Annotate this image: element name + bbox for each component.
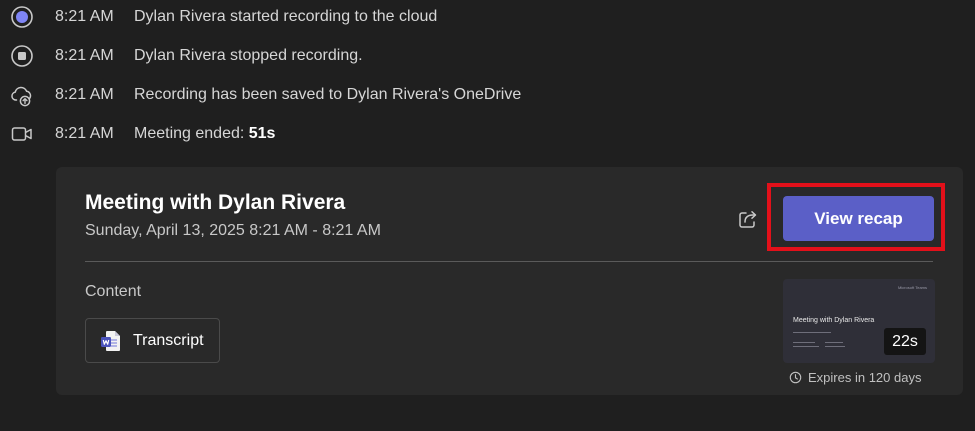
transcript-button[interactable]: Transcript [85,318,220,363]
thumbnail-detail-line [793,342,815,343]
event-row-meeting-ended: 8:21 AM Meeting ended: 51s [0,114,975,153]
share-icon[interactable] [736,207,760,231]
recording-thumbnail[interactable]: Microsoft Teams Meeting with Dylan River… [783,279,935,363]
event-time: 8:21 AM [55,85,114,103]
thumbnail-corner-text: Microsoft Teams [897,285,927,290]
expiration-notice: Expires in 120 days [789,370,921,385]
meeting-duration: 51s [248,124,276,142]
recording-dot-icon [10,5,34,29]
event-text: Dylan Rivera stopped recording. [134,46,363,64]
event-text: Meeting ended: 51s [134,125,275,143]
thumbnail-detail-line [825,342,843,343]
event-row-recording-started: 8:21 AM Dylan Rivera started recording t… [0,0,975,36]
thumbnail-title: Meeting with Dylan Rivera [793,317,875,324]
event-text-label: Meeting ended: [134,124,249,142]
event-time: 8:21 AM [55,124,114,142]
recording-duration-badge: 22s [884,328,926,355]
thumbnail-detail-line [825,346,845,347]
expiration-text: Expires in 120 days [808,370,922,385]
meeting-date: Sunday, April 13, 2025 8:21 AM - 8:21 AM [85,222,381,239]
clock-icon [789,371,802,384]
meeting-card: Meeting with Dylan Rivera Sunday, April … [56,167,963,395]
content-section-label: Content [85,283,142,300]
thumbnail-detail-line [793,332,831,333]
event-row-recording-stopped: 8:21 AM Dylan Rivera stopped recording. [0,36,975,75]
transcript-document-icon [99,329,123,353]
transcript-label: Transcript [133,331,204,349]
thumbnail-detail-line [793,346,819,347]
meeting-title: Meeting with Dylan Rivera [85,191,346,214]
card-divider [85,261,933,262]
event-time: 8:21 AM [55,7,114,25]
stop-circle-icon [10,44,34,68]
video-camera-icon [10,122,34,146]
view-recap-button[interactable]: View recap [783,196,934,241]
event-text: Recording has been saved to Dylan Rivera… [134,85,522,103]
event-time: 8:21 AM [55,46,114,64]
event-text: Dylan Rivera started recording to the cl… [134,7,438,25]
cloud-upload-icon [10,83,34,107]
event-row-recording-saved: 8:21 AM Recording has been saved to Dyla… [0,75,975,114]
